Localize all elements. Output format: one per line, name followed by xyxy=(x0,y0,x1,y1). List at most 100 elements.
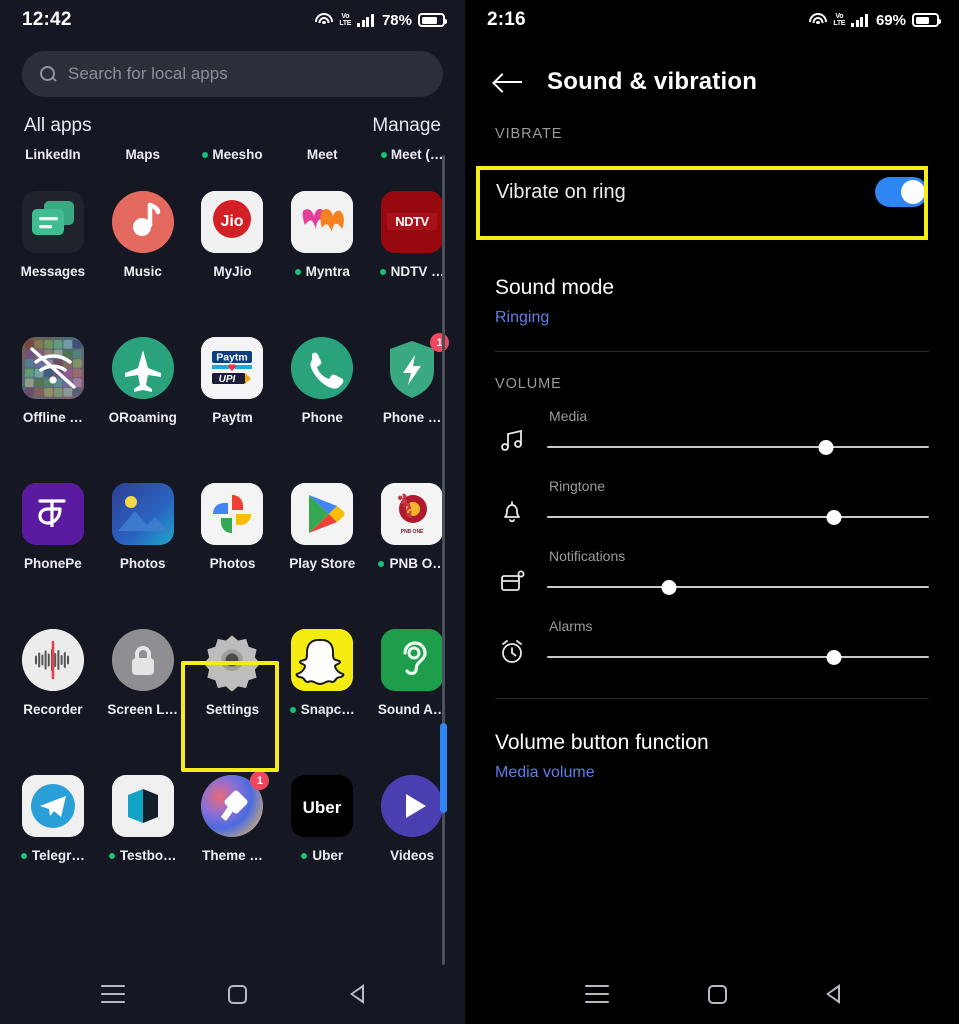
app-label-text: Videos xyxy=(390,848,434,863)
vibrate-on-ring-row[interactable]: Vibrate on ring xyxy=(476,156,948,228)
app-grid-item[interactable]: Telegr… xyxy=(8,746,98,892)
app-grid-item[interactable]: Recorder xyxy=(8,600,98,746)
volume-slider-thumb[interactable] xyxy=(826,510,841,525)
back-icon[interactable] xyxy=(826,984,840,1004)
app-grid-item[interactable]: ORoaming xyxy=(98,308,188,454)
menu-icon[interactable] xyxy=(585,985,609,1003)
recorder-icon[interactable] xyxy=(22,629,84,691)
testbook-icon[interactable] xyxy=(112,775,174,837)
volume-slider[interactable] xyxy=(547,648,929,666)
app-grid-item[interactable]: Offline … xyxy=(8,308,98,454)
app-grid-item[interactable]: Photos xyxy=(98,454,188,600)
videos-icon[interactable] xyxy=(381,775,443,837)
screen-lock-icon[interactable] xyxy=(112,629,174,691)
app-label: ORoaming xyxy=(109,410,177,425)
volume-slider-thumb[interactable] xyxy=(818,440,833,455)
volte-bottom-text: LTE xyxy=(339,20,351,27)
volume-slider-track[interactable] xyxy=(547,656,929,658)
volume-button-function-item[interactable]: Volume button function Media volume xyxy=(465,699,959,806)
volume-slider-track[interactable] xyxy=(547,516,929,518)
oroaming-icon[interactable] xyxy=(112,337,174,399)
app-grid-item[interactable]: Jio MyJio xyxy=(188,162,278,308)
app-grid-item[interactable]: Screen L… xyxy=(98,600,188,746)
app-icon-wrapper: Paytm UPI xyxy=(201,337,263,399)
app-grid-item[interactable]: Myntra xyxy=(277,162,367,308)
volume-slider-track[interactable] xyxy=(547,586,929,588)
notification-badge: 1 xyxy=(430,333,449,352)
myjio-icon[interactable]: Jio xyxy=(201,191,263,253)
home-icon[interactable] xyxy=(708,985,727,1004)
partial-app-label[interactable]: Meet xyxy=(277,147,367,162)
settings-gear-icon[interactable] xyxy=(201,629,263,691)
volume-slider-row[interactable]: Ringtone xyxy=(465,462,959,532)
app-label-text: Recorder xyxy=(23,702,82,717)
volume-slider-body: Alarms xyxy=(547,618,929,666)
music-icon[interactable] xyxy=(112,191,174,253)
app-list-scrollbar-thumb[interactable] xyxy=(440,723,447,813)
app-grid-item[interactable]: Paytm UPI Paytm xyxy=(188,308,278,454)
back-icon[interactable] xyxy=(350,984,364,1004)
wifi-icon xyxy=(315,13,333,27)
partial-app-label[interactable]: Maps xyxy=(98,147,188,162)
manage-apps-button[interactable]: Manage xyxy=(372,115,441,137)
signal-bars-icon xyxy=(851,13,868,27)
home-icon[interactable] xyxy=(228,985,247,1004)
sound-mode-item[interactable]: Sound mode Ringing xyxy=(465,250,959,351)
search-input[interactable]: Search for local apps xyxy=(22,51,443,97)
app-grid-item[interactable]: 1 Theme … xyxy=(188,746,278,892)
paytm-icon[interactable]: Paytm UPI xyxy=(201,337,263,399)
app-grid-item[interactable]: Messages xyxy=(8,162,98,308)
volume-slider-row[interactable]: Alarms xyxy=(465,602,959,672)
app-grid-item[interactable]: Testbo… xyxy=(98,746,188,892)
right-status-bar: 2:16 Vo LTE 69% xyxy=(465,0,959,40)
app-label-text: Screen L… xyxy=(107,702,178,717)
app-grid-item[interactable]: Play Store xyxy=(277,454,367,600)
app-grid-item[interactable]: PhonePe xyxy=(8,454,98,600)
app-grid-item[interactable]: Photos xyxy=(188,454,278,600)
app-grid-item[interactable]: Settings xyxy=(188,600,278,746)
google-photos-icon[interactable] xyxy=(201,483,263,545)
uber-icon[interactable]: Uber xyxy=(291,775,353,837)
app-label: Music xyxy=(124,264,162,279)
volume-slider-row[interactable]: Media xyxy=(465,392,959,462)
app-list-scrollbar-track[interactable] xyxy=(442,155,445,965)
svg-text:Jio: Jio xyxy=(221,213,244,230)
app-grid-item[interactable]: Snapc… xyxy=(277,600,367,746)
volume-slider-track[interactable] xyxy=(547,446,929,448)
app-label-text: Snapc… xyxy=(301,702,355,717)
partial-app-label[interactable]: Meesho xyxy=(188,147,278,162)
phone-icon[interactable] xyxy=(291,337,353,399)
volume-slider[interactable] xyxy=(547,438,929,456)
pnb-icon[interactable]: PNB ONE xyxy=(381,483,443,545)
app-update-dot-icon xyxy=(290,707,296,713)
menu-icon[interactable] xyxy=(101,985,125,1003)
app-update-dot-icon xyxy=(21,853,27,859)
volume-slider[interactable] xyxy=(547,508,929,526)
partial-app-label[interactable]: LinkedIn xyxy=(8,147,98,162)
volume-slider-thumb[interactable] xyxy=(662,580,677,595)
app-label: Phone xyxy=(302,410,343,425)
app-label-text: PNB O… xyxy=(389,556,445,571)
phonepe-icon[interactable] xyxy=(22,483,84,545)
volume-slider-row[interactable]: Notifications xyxy=(465,532,959,602)
myntra-icon[interactable] xyxy=(291,191,353,253)
offline-apps-icon[interactable] xyxy=(22,337,84,399)
volume-slider-thumb[interactable] xyxy=(826,650,841,665)
telegram-icon[interactable] xyxy=(22,775,84,837)
vibrate-on-ring-toggle[interactable] xyxy=(875,177,928,207)
ndtv-icon[interactable]: NDTV xyxy=(381,191,443,253)
all-apps-title: All apps xyxy=(24,115,92,137)
app-icon-wrapper xyxy=(22,629,84,691)
messages-icon[interactable] xyxy=(22,191,84,253)
app-grid-item[interactable]: Phone xyxy=(277,308,367,454)
app-grid-item[interactable]: Uber Uber xyxy=(277,746,367,892)
volume-sliders-group: Media Ringtone Notifications Alarms xyxy=(465,392,959,672)
back-arrow-icon[interactable] xyxy=(495,71,523,93)
play-store-icon[interactable] xyxy=(291,483,353,545)
snapchat-icon[interactable] xyxy=(291,629,353,691)
photos-gallery-icon[interactable] xyxy=(112,483,174,545)
app-grid-item[interactable]: Music xyxy=(98,162,188,308)
svg-text:NDTV: NDTV xyxy=(395,214,429,229)
volume-slider[interactable] xyxy=(547,578,929,596)
sound-assist-icon[interactable] xyxy=(381,629,443,691)
